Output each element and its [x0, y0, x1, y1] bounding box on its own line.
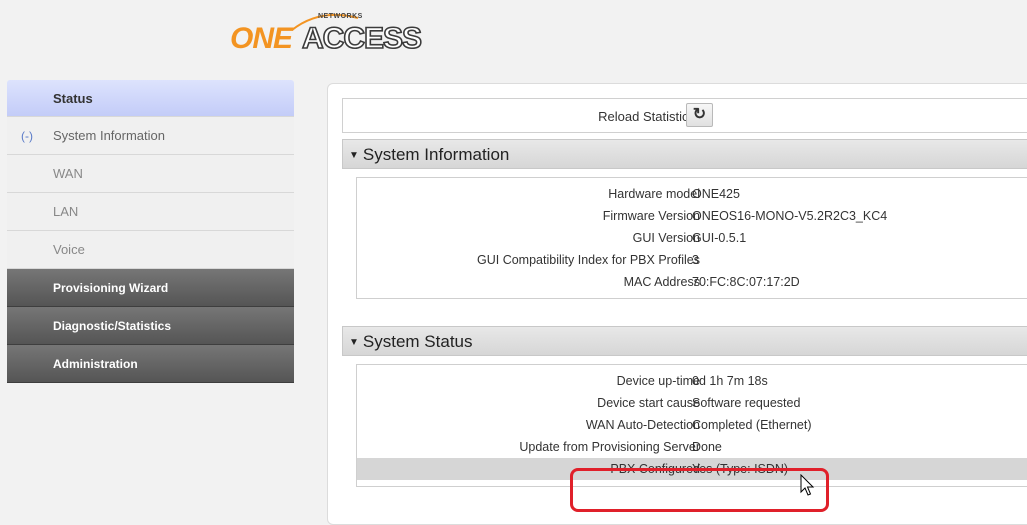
- section-header-system-information[interactable]: ▼ System Information: [342, 139, 1027, 169]
- row-key: GUI Version: [632, 231, 700, 245]
- table-row: Hardware model ONE425: [357, 183, 1027, 205]
- row-key: Update from Provisioning Server: [519, 440, 700, 454]
- sidebar-item-administration[interactable]: Administration: [7, 345, 294, 383]
- table-row: GUI Version GUI-0.5.1: [357, 227, 1027, 249]
- logo-access-text: ACCESS: [301, 21, 423, 56]
- sidebar-item-system-information[interactable]: (-) System Information: [7, 117, 294, 155]
- sidebar: Status (-) System Information WAN LAN Vo…: [7, 80, 294, 383]
- reload-row: Reload Statistics ↻: [342, 98, 1027, 133]
- table-row: Update from Provisioning Server Done: [357, 436, 1027, 458]
- table-row: WAN Auto-Detection Completed (Ethernet): [357, 414, 1027, 436]
- collapse-arrow-icon: ▼: [349, 150, 359, 161]
- section-title: System Information: [362, 145, 510, 164]
- row-key: Hardware model: [608, 187, 700, 201]
- sidebar-item-status[interactable]: Status: [7, 80, 294, 117]
- table-row: Firmware Version ONEOS16-MONO-V5.2R2C3_K…: [357, 205, 1027, 227]
- reload-icon: ↻: [692, 106, 707, 123]
- row-value: 0d 1h 7m 18s: [692, 374, 768, 388]
- table-row: GUI Compatibility Index for PBX Profiles…: [357, 249, 1027, 271]
- mouse-cursor-icon: [800, 474, 815, 496]
- sidebar-item-label: Diagnostic/Statistics: [53, 319, 172, 333]
- sidebar-item-label: WAN: [53, 166, 83, 181]
- table-row: MAC Address 70:FC:8C:07:17:2D: [357, 271, 1027, 293]
- sidebar-item-diagnostic-statistics[interactable]: Diagnostic/Statistics: [7, 307, 294, 345]
- row-key: MAC Address: [623, 275, 700, 289]
- sidebar-item-label: System Information: [53, 128, 165, 143]
- row-value: GUI-0.5.1: [692, 231, 747, 245]
- collapse-marker[interactable]: (-): [21, 117, 33, 155]
- reload-label: Reload Statistics: [598, 109, 695, 124]
- sidebar-item-label: Voice: [53, 242, 85, 257]
- row-value: Completed (Ethernet): [692, 418, 812, 432]
- logo-one-text: ONE: [230, 22, 293, 55]
- row-key: Device up-time: [616, 374, 700, 388]
- row-key: Device start cause: [597, 396, 700, 410]
- row-value: Done: [692, 440, 722, 454]
- sidebar-item-label: Status: [53, 91, 93, 106]
- sidebar-item-voice[interactable]: Voice: [7, 231, 294, 269]
- section-header-system-status[interactable]: ▼ System Status: [342, 326, 1027, 356]
- row-key: GUI Compatibility Index for PBX Profiles: [477, 253, 700, 267]
- row-value: 3: [692, 253, 699, 267]
- row-key: WAN Auto-Detection: [585, 418, 700, 432]
- sidebar-item-label: Provisioning Wizard: [53, 281, 169, 295]
- section-title: System Status: [362, 332, 473, 351]
- collapse-arrow-icon: ▼: [349, 337, 359, 348]
- row-value: 70:FC:8C:07:17:2D: [692, 275, 800, 289]
- sidebar-item-label: LAN: [53, 204, 79, 219]
- oneaccess-logo: NETWORKS ONE ACCESS: [230, 10, 423, 60]
- sidebar-item-label: Administration: [53, 357, 138, 371]
- annotation-highlight-box: [570, 468, 829, 512]
- row-key: Firmware Version: [602, 209, 700, 223]
- sidebar-item-lan[interactable]: LAN: [7, 193, 294, 231]
- sidebar-item-provisioning-wizard[interactable]: Provisioning Wizard: [7, 269, 294, 307]
- table-row: Device up-time 0d 1h 7m 18s: [357, 370, 1027, 392]
- sidebar-item-wan[interactable]: WAN: [7, 155, 294, 193]
- row-value: ONE425: [692, 187, 740, 201]
- row-value: Software requested: [692, 396, 801, 410]
- row-value: ONEOS16-MONO-V5.2R2C3_KC4: [692, 209, 888, 223]
- system-information-table: Hardware model ONE425 Firmware Version O…: [356, 177, 1027, 299]
- reload-button[interactable]: ↻: [686, 103, 713, 127]
- table-row: Device start cause Software requested: [357, 392, 1027, 414]
- logo-networks-text: NETWORKS: [318, 13, 363, 20]
